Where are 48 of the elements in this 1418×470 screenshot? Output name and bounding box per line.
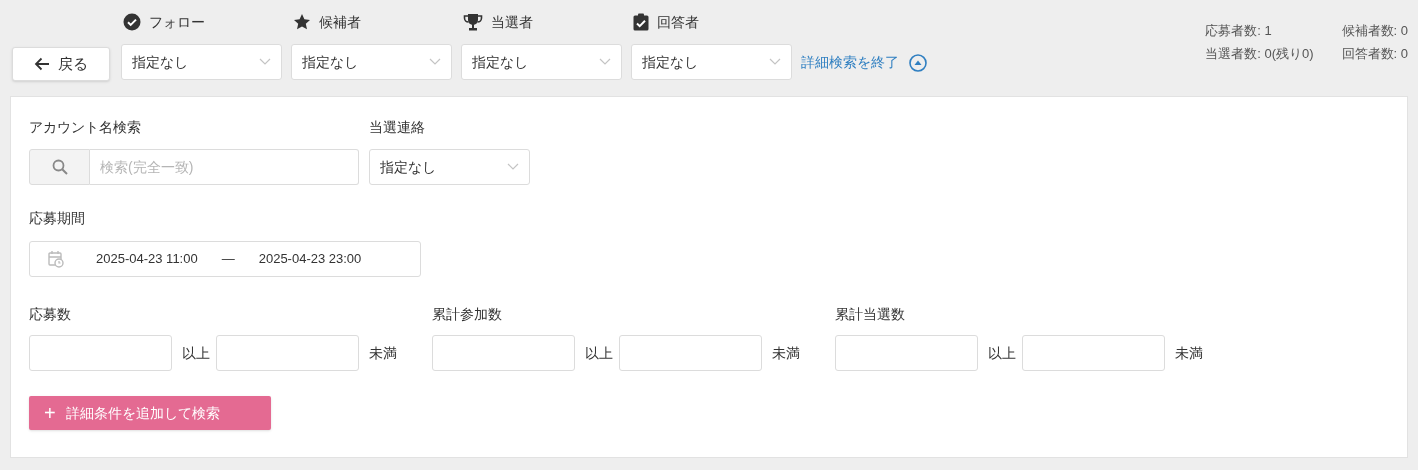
suffix-text: 未満 <box>772 343 800 363</box>
filter-select[interactable]: 指定なし <box>291 44 452 80</box>
chevron-down-icon <box>259 58 271 66</box>
date-range-field[interactable]: 2025-04-23 11:00 — 2025-04-23 23:00 <box>29 241 421 277</box>
chevron-down-icon <box>507 163 519 171</box>
number-field[interactable] <box>432 335 575 371</box>
stat-text: 回答者数: 0 <box>1341 44 1408 63</box>
contact-select[interactable]: 指定なし <box>369 149 530 185</box>
field-label: 当選連絡 <box>369 118 426 137</box>
search-field[interactable]: 検索(完全一致) <box>90 149 359 185</box>
calendar-clock-icon <box>48 250 64 268</box>
number-field[interactable] <box>29 335 172 371</box>
search-icon <box>51 159 68 175</box>
stat-text: 応募者数: 1 <box>1205 22 1273 40</box>
chevron-down-icon <box>599 58 611 66</box>
close-advanced-link[interactable]: 詳細検索を終了 <box>801 52 899 73</box>
suffix-text: 未満 <box>369 343 397 363</box>
filter-label: 当選者 <box>491 12 533 32</box>
field-label: アカウント名検索 <box>29 118 142 137</box>
chevron-down-icon <box>429 58 441 66</box>
number-field[interactable] <box>835 335 978 371</box>
suffix-text: 以上 <box>182 343 210 363</box>
stat-text: 候補者数: 0 <box>1341 22 1408 40</box>
filter-select[interactable]: 指定なし <box>631 44 792 80</box>
field-label: 累計参加数 <box>432 305 503 324</box>
filter-label: フォロー <box>149 12 205 32</box>
back-button[interactable]: 戻る <box>12 47 110 81</box>
star-icon <box>293 13 311 31</box>
filter-select[interactable]: 指定なし <box>461 44 622 80</box>
filter-label: 回答者 <box>657 12 699 32</box>
clipboard-check-icon <box>633 13 649 31</box>
field-label: 応募数 <box>29 305 72 324</box>
chevron-down-icon <box>769 58 781 66</box>
trophy-icon <box>463 13 483 31</box>
arrow-left-icon <box>34 57 50 71</box>
collapse-up-icon[interactable] <box>909 53 927 72</box>
suffix-text: 以上 <box>988 343 1016 363</box>
number-field[interactable] <box>619 335 762 371</box>
suffix-text: 以上 <box>585 343 613 363</box>
field-label: 応募期間 <box>29 209 86 228</box>
check-circle-icon <box>123 13 141 31</box>
filter-select[interactable]: 指定なし <box>121 44 282 80</box>
number-field[interactable] <box>216 335 359 371</box>
field-label: 累計当選数 <box>835 305 906 324</box>
suffix-text: 未満 <box>1175 343 1203 363</box>
number-field[interactable] <box>1022 335 1165 371</box>
stat-text: 当選者数: 0(残り0) <box>1205 44 1314 63</box>
filter-label: 候補者 <box>319 12 361 32</box>
